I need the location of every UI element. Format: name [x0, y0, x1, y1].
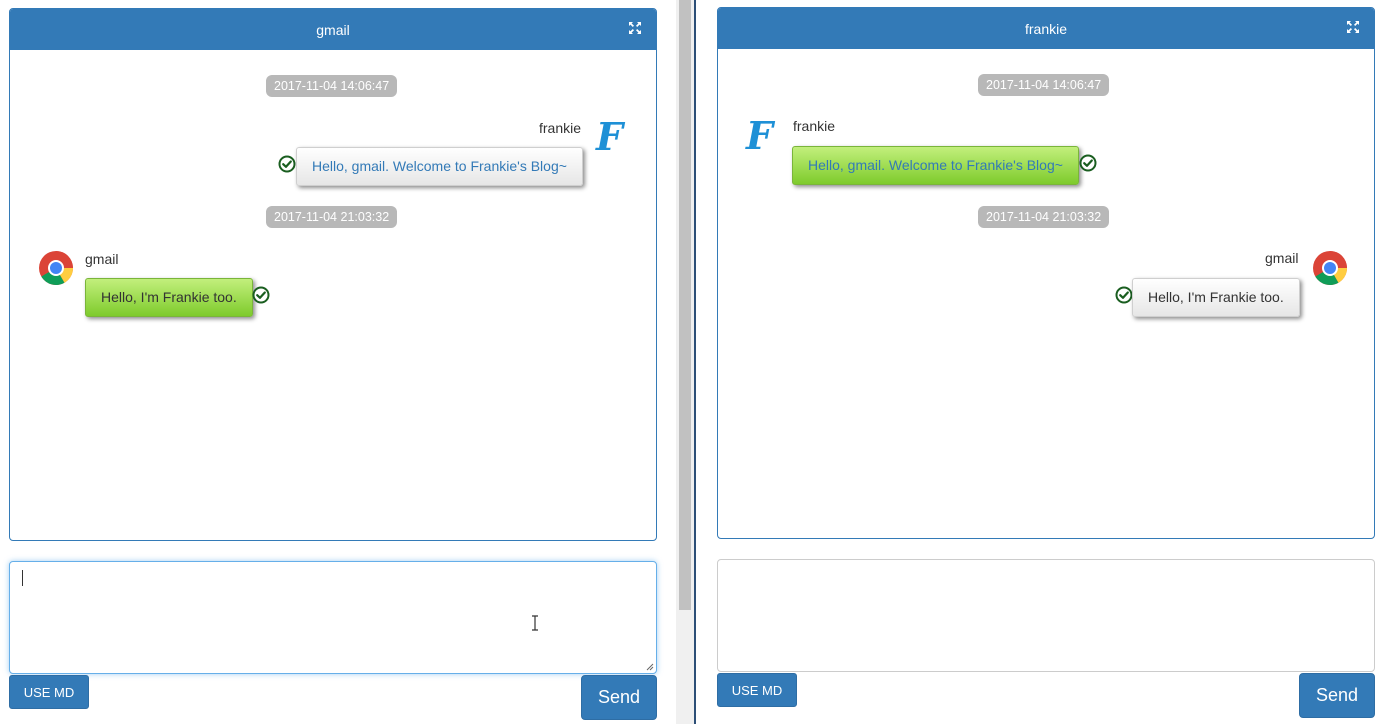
- message-timestamp: 2017-11-04 14:06:47: [266, 75, 398, 97]
- scrollbar-thumb[interactable]: [679, 0, 691, 610]
- sender-name: gmail: [1265, 250, 1299, 266]
- text-caret: [22, 570, 23, 586]
- scrollbar[interactable]: [676, 0, 694, 724]
- text-cursor-icon: [532, 615, 538, 631]
- message-bubble: Hello, gmail. Welcome to Frankie's Blog~: [296, 147, 583, 186]
- send-button[interactable]: Send: [581, 675, 657, 720]
- window-divider: [694, 0, 696, 724]
- chat-title: frankie: [1024, 20, 1068, 37]
- use-md-button[interactable]: USE MD: [717, 673, 797, 707]
- delivered-check-icon: [278, 155, 296, 173]
- message-bubble: Hello, gmail. Welcome to Frankie's Blog~: [792, 146, 1079, 185]
- chrome-icon: [1312, 250, 1348, 286]
- frankie-logo-letter: F: [595, 116, 626, 158]
- frankie-logo-letter: F: [745, 115, 776, 157]
- use-md-button[interactable]: USE MD: [9, 675, 89, 709]
- resize-handle-icon[interactable]: [646, 663, 654, 671]
- sender-name: gmail: [85, 251, 119, 267]
- delivered-check-icon: [252, 286, 270, 304]
- chat-panel: gmail 2017-11-04 14:06:47 frankie Hello,…: [9, 8, 657, 541]
- message-timestamp: 2017-11-04 21:03:32: [266, 206, 398, 228]
- message-input[interactable]: [9, 561, 657, 674]
- delivered-check-icon: [1079, 154, 1097, 172]
- message-bubble: Hello, I'm Frankie too.: [85, 278, 253, 317]
- left-chat-window: gmail 2017-11-04 14:06:47 frankie Hello,…: [0, 0, 676, 724]
- message-input[interactable]: [717, 559, 1375, 672]
- delivered-check-icon: [1115, 286, 1133, 304]
- message-timestamp: 2017-11-04 14:06:47: [978, 74, 1110, 96]
- frankie-logo-icon: F: [595, 116, 626, 158]
- chat-panel: frankie 2017-11-04 14:06:47 F frankie He…: [717, 7, 1375, 539]
- expand-icon[interactable]: [1346, 20, 1360, 34]
- send-button[interactable]: Send: [1299, 673, 1375, 718]
- message-timestamp: 2017-11-04 21:03:32: [978, 206, 1110, 228]
- message-bubble: Hello, I'm Frankie too.: [1132, 278, 1300, 317]
- sender-name: frankie: [793, 118, 836, 134]
- frankie-logo-icon: F: [745, 115, 776, 157]
- chat-title: gmail: [316, 21, 350, 38]
- chrome-icon: [38, 250, 74, 286]
- chat-header: frankie: [718, 8, 1374, 49]
- right-chat-window: frankie 2017-11-04 14:06:47 F frankie He…: [698, 0, 1386, 724]
- sender-name: frankie: [539, 120, 582, 136]
- expand-icon[interactable]: [628, 21, 642, 35]
- chat-header: gmail: [10, 9, 656, 50]
